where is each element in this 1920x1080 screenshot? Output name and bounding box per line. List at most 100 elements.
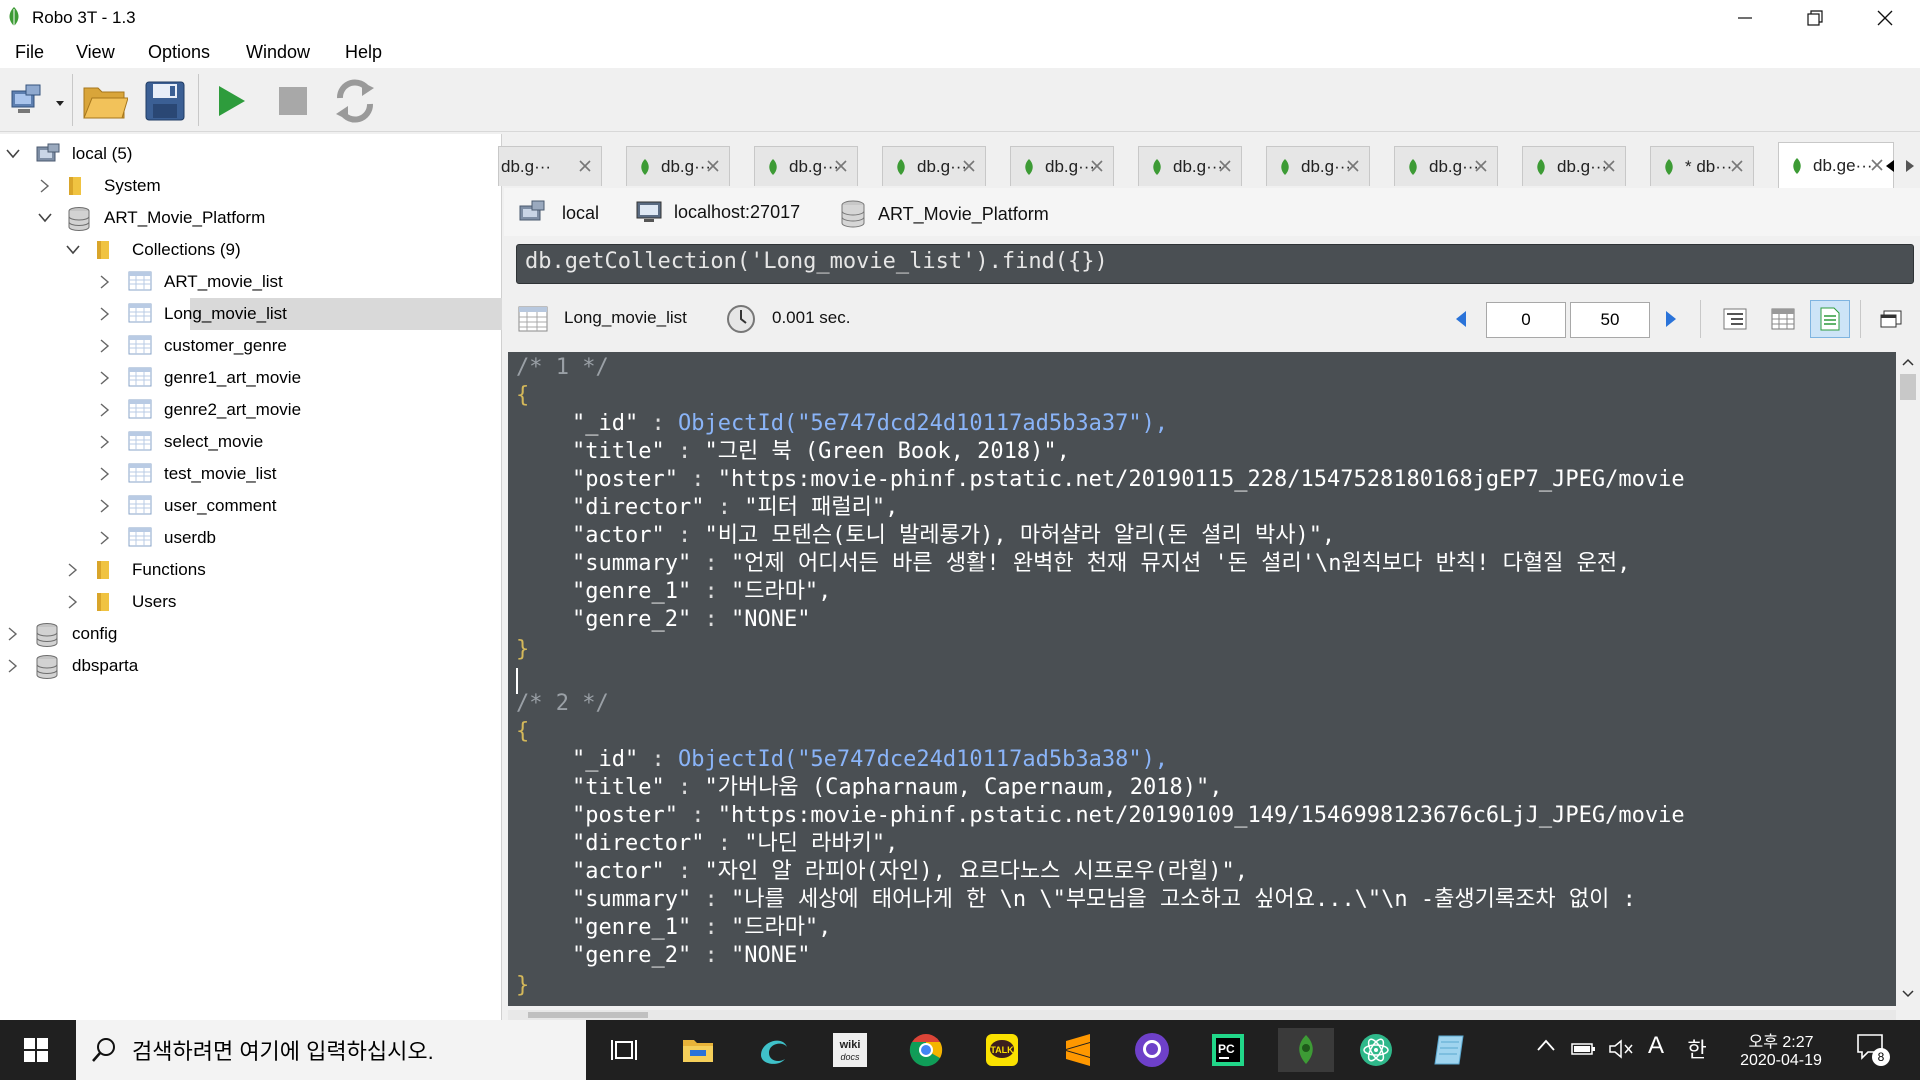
tree-item-user-comment[interactable]: user_comment (0, 490, 502, 522)
ime-language-indicator[interactable]: 한 (1684, 1034, 1710, 1064)
query-tab-10[interactable]: * db··· (1650, 146, 1754, 186)
menu-view[interactable]: View (76, 36, 115, 63)
menu-help[interactable]: Help (345, 36, 382, 63)
refresh-button[interactable] (330, 76, 380, 126)
tab-close-icon[interactable] (1347, 159, 1359, 175)
chevron-right-icon[interactable] (6, 659, 20, 673)
tab-close-icon[interactable] (1219, 159, 1231, 175)
robo3t-taskbar-button[interactable] (1278, 1028, 1334, 1072)
vertical-scroll-thumb[interactable] (1900, 374, 1916, 400)
tree-item-art-movie-list[interactable]: ART_movie_list (0, 266, 502, 298)
query-input[interactable]: db.getCollection('Long_movie_list').find… (516, 244, 1914, 284)
maximize-result-button[interactable] (1872, 300, 1910, 338)
result-text-editor[interactable]: /* 1 */ {"_id" : ObjectId("5e747dcd24d101… (508, 352, 1896, 1006)
github-desktop-button[interactable] (1130, 1028, 1174, 1072)
taskbar-search-box[interactable]: 검색하려면 여기에 입력하십시오. (76, 1020, 586, 1080)
tree-item-config[interactable]: config (0, 618, 502, 650)
chevron-down-icon[interactable] (6, 147, 20, 161)
tree-item-local[interactable]: local (5) (0, 138, 502, 170)
tree-item-functions[interactable]: Functions (0, 554, 502, 586)
chevron-right-icon[interactable] (66, 595, 80, 609)
chevron-right-icon[interactable] (98, 371, 112, 385)
atom-button[interactable] (1354, 1028, 1398, 1072)
notifications-button[interactable]: 8 (1854, 1032, 1894, 1068)
tree-item-dbsparta[interactable]: dbsparta (0, 650, 502, 682)
query-tab-8[interactable]: db.g··· (1394, 146, 1498, 186)
tree-item-genre1-art-movie[interactable]: genre1_art_movie (0, 362, 502, 394)
chevron-right-icon[interactable] (98, 307, 112, 321)
task-view-button[interactable] (602, 1028, 646, 1072)
execute-button[interactable] (206, 76, 256, 126)
tree-item-art-movie-platform[interactable]: ART_Movie_Platform (0, 202, 502, 234)
edge-app-button[interactable] (752, 1028, 796, 1072)
tab-close-icon[interactable] (707, 159, 719, 175)
chevron-right-icon[interactable] (98, 339, 112, 353)
tree-item-genre2-art-movie[interactable]: genre2_art_movie (0, 394, 502, 426)
close-button[interactable] (1850, 0, 1920, 36)
show-hidden-icons-button[interactable] (1536, 1038, 1560, 1062)
query-tab-9[interactable]: db.g··· (1522, 146, 1626, 186)
horizontal-scroll-thumb[interactable] (528, 1012, 648, 1018)
input-mode-indicator[interactable]: A (1644, 1032, 1668, 1066)
menu-file[interactable]: File (15, 36, 44, 63)
start-button[interactable] (14, 1028, 58, 1072)
chevron-right-icon[interactable] (98, 403, 112, 417)
tree-item-userdb[interactable]: userdb (0, 522, 502, 554)
horizontal-scrollbar[interactable] (508, 1010, 1896, 1020)
chevron-right-icon[interactable] (98, 435, 112, 449)
stop-button[interactable] (268, 76, 318, 126)
notepad-button[interactable] (1428, 1028, 1472, 1072)
menu-options[interactable]: Options (148, 36, 210, 63)
connect-button[interactable] (4, 76, 68, 126)
prev-page-button[interactable] (1448, 306, 1474, 332)
skip-input[interactable]: 0 (1486, 302, 1566, 338)
tab-close-icon[interactable] (1475, 159, 1487, 175)
tab-close-icon[interactable] (1091, 159, 1103, 175)
kakaotalk-button[interactable]: TALK (980, 1028, 1024, 1072)
chevron-right-icon[interactable] (38, 179, 52, 193)
tab-close-icon[interactable] (963, 159, 975, 175)
limit-input[interactable]: 50 (1570, 302, 1650, 338)
volume-button[interactable] (1608, 1038, 1636, 1062)
vertical-scrollbar[interactable] (1896, 352, 1920, 1006)
query-tab-5[interactable]: db.g··· (1010, 146, 1114, 186)
chevron-right-icon[interactable] (98, 531, 112, 545)
chevron-right-icon[interactable] (66, 563, 80, 577)
chrome-button[interactable] (904, 1028, 948, 1072)
chevron-right-icon[interactable] (98, 275, 112, 289)
tab-close-icon[interactable] (1731, 159, 1743, 175)
save-button[interactable] (140, 76, 190, 126)
tab-scroll-right-button[interactable] (1900, 146, 1920, 186)
battery-button[interactable] (1570, 1038, 1598, 1062)
tree-item-test-movie-list[interactable]: test_movie_list (0, 458, 502, 490)
table-view-button[interactable] (1764, 300, 1802, 338)
sublime-button[interactable] (1056, 1028, 1100, 1072)
minimize-button[interactable] (1710, 0, 1780, 36)
next-page-button[interactable] (1658, 306, 1684, 332)
chevron-down-icon[interactable] (38, 211, 52, 225)
tree-item-collections[interactable]: Collections (9) (0, 234, 502, 266)
menu-window[interactable]: Window (246, 36, 310, 63)
chevron-right-icon[interactable] (98, 499, 112, 513)
chevron-down-icon[interactable] (66, 243, 80, 257)
file-explorer-button[interactable] (676, 1028, 720, 1072)
query-tab-7[interactable]: db.g··· (1266, 146, 1370, 186)
chevron-right-icon[interactable] (6, 627, 20, 641)
restore-button[interactable] (1780, 0, 1850, 36)
text-view-button[interactable] (1810, 300, 1850, 338)
query-tab-3[interactable]: db.g··· (754, 146, 858, 186)
chevron-right-icon[interactable] (98, 467, 112, 481)
tab-close-icon[interactable] (1603, 159, 1615, 175)
tree-item-customer-genre[interactable]: customer_genre (0, 330, 502, 362)
tree-item-users[interactable]: Users (0, 586, 502, 618)
tab-close-icon[interactable] (579, 159, 591, 175)
query-tab-1[interactable]: db.g··· (498, 146, 602, 186)
tab-close-icon[interactable] (835, 159, 847, 175)
tree-item-system[interactable]: System (0, 170, 502, 202)
tab-scroll-left-button[interactable] (1880, 146, 1900, 186)
pycharm-button[interactable]: PC (1206, 1028, 1250, 1072)
tree-item-select-movie[interactable]: select_movie (0, 426, 502, 458)
open-button[interactable] (80, 76, 130, 126)
clock[interactable]: 오후 2:27 2020-04-19 (1726, 1024, 1836, 1076)
wikidocs-button[interactable]: wiki docs (828, 1028, 872, 1072)
